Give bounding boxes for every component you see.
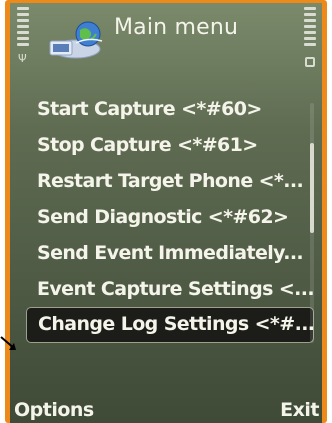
options-softkey[interactable]: Options <box>14 399 94 421</box>
battery-icon <box>304 7 316 49</box>
globe-computer-icon <box>46 19 108 61</box>
menu-item-send-event-immediately[interactable]: Send Event Immediately... <box>10 235 322 271</box>
battery-tip-icon <box>305 57 315 67</box>
scrollbar-thumb[interactable] <box>310 143 314 233</box>
phone-frame: Ψ Main menu Start Capture <*#60> Stop Ca… <box>5 0 327 423</box>
pointer-arrow-icon <box>0 336 18 354</box>
menu-item-start-capture[interactable]: Start Capture <*#60> <box>10 91 322 127</box>
main-menu-list: Start Capture <*#60> Stop Capture <*#61>… <box>10 91 322 343</box>
exit-softkey[interactable]: Exit <box>280 399 319 421</box>
menu-item-restart-target-phone[interactable]: Restart Target Phone <*... <box>10 163 322 199</box>
screen: Ψ Main menu Start Capture <*#60> Stop Ca… <box>10 3 322 423</box>
signal-strength-icon <box>17 7 29 49</box>
menu-item-event-capture-settings[interactable]: Event Capture Settings <... <box>10 271 322 307</box>
menu-item-change-log-settings[interactable]: Change Log Settings <*#... <box>26 307 314 343</box>
menu-item-stop-capture[interactable]: Stop Capture <*#61> <box>10 127 322 163</box>
scrollbar[interactable] <box>310 103 314 343</box>
menu-item-send-diagnostic[interactable]: Send Diagnostic <*#62> <box>10 199 322 235</box>
page-title: Main menu <box>114 15 239 40</box>
antenna-icon: Ψ <box>18 52 27 65</box>
softkey-bar: Options Exit <box>10 389 322 423</box>
